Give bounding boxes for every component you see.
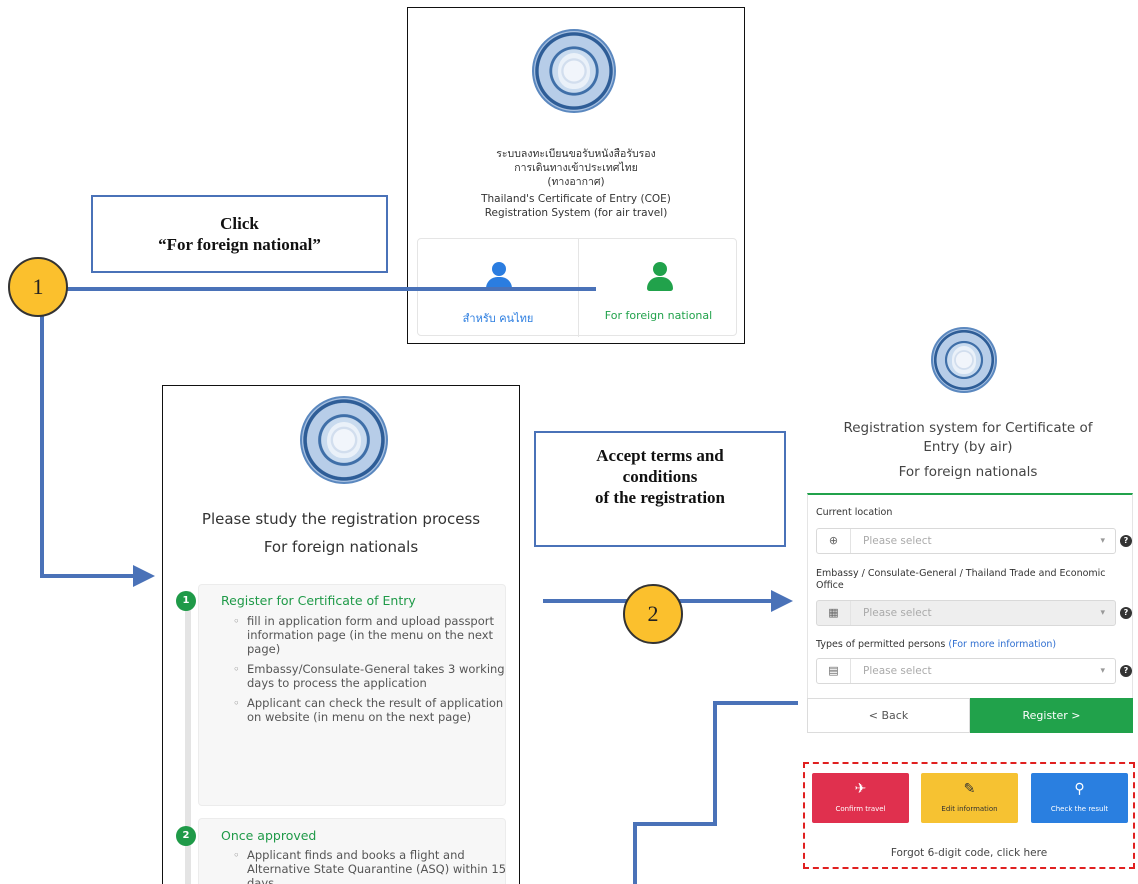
connector-line-3-bottom <box>633 822 717 826</box>
title-thai-line-1: ระบบลงทะเบียนขอรับหนังสือรับรอง <box>496 148 656 160</box>
thai-government-seal-icon <box>300 396 388 484</box>
field-label-embassy: Embassy / Consulate-General / Thailand T… <box>816 568 1106 591</box>
select-placeholder: Please select <box>863 535 932 547</box>
edit-information-label: Edit information <box>941 805 998 813</box>
user-edit-icon: ✎ <box>963 781 976 797</box>
instruction-callout-1: Click “For foreign national” <box>91 195 388 273</box>
connector-line-1 <box>40 287 596 291</box>
help-icon[interactable]: ? <box>1120 665 1132 677</box>
instruction-callout-2: Accept terms and conditions of the regis… <box>534 431 786 547</box>
search-icon: ⚲ <box>1074 781 1085 797</box>
connector-line-3-down <box>633 822 637 884</box>
foreign-national-label: For foreign national <box>604 309 713 322</box>
connector-line-3-vertical <box>713 701 717 826</box>
more-information-link[interactable]: (For more information) <box>948 639 1056 650</box>
chevron-down-icon: ▾ <box>1100 666 1105 676</box>
callout-1-line-2: “For foreign national” <box>158 235 321 254</box>
title-thai-line-2: การเดินทางเข้าประเทศไทย <box>514 162 638 174</box>
registration-title-line-2: Entry (by air) <box>923 439 1013 455</box>
permitted-persons-select[interactable]: ▤ Please select ▾ <box>816 658 1116 684</box>
process-heading-2: For foreign nationals <box>263 538 419 556</box>
list-item: Applicant finds and books a flight and A… <box>233 848 508 884</box>
title-english-line-2: Registration System (for air travel) <box>484 207 668 219</box>
registration-form: Current location ⊕ Please select ▾ ? Emb… <box>807 493 1133 733</box>
select-placeholder: Please select <box>863 665 932 677</box>
registration-subtitle: For foreign nationals <box>898 464 1038 480</box>
confirm-travel-button[interactable]: ✈ Confirm travel <box>812 773 909 823</box>
chevron-down-icon: ▾ <box>1100 536 1105 546</box>
callout-1-line-1: Click <box>220 214 259 233</box>
thai-government-seal-icon <box>931 327 997 393</box>
check-result-button[interactable]: ⚲ Check the result <box>1031 773 1128 823</box>
current-location-select[interactable]: ⊕ Please select ▾ <box>816 528 1116 554</box>
select-placeholder: Please select <box>863 607 932 619</box>
coe-landing-screenshot: ระบบลงทะเบียนขอรับหนังสือรับรอง การเดินท… <box>407 7 745 344</box>
building-icon: ▦ <box>817 601 851 625</box>
step-number-1: 1 <box>176 591 196 611</box>
arrow-right-icon <box>771 590 793 612</box>
person-card-icon: ▤ <box>817 659 851 683</box>
callout-2-line-1: Accept terms and <box>596 446 724 465</box>
chevron-down-icon: ▾ <box>1100 608 1105 618</box>
highlighted-actions-area: ✈ Confirm travel ✎ Edit information ⚲ Ch… <box>803 762 1135 869</box>
confirm-travel-label: Confirm travel <box>835 805 886 813</box>
step-title-1: Register for Certificate of Entry <box>221 593 416 608</box>
help-icon[interactable]: ? <box>1120 535 1132 547</box>
foreign-registration-screenshot: Registration system for Certificate of E… <box>798 322 1138 884</box>
callout-2-line-3: of the registration <box>595 488 725 507</box>
thai-national-label: สำหรับ คนไทย <box>462 312 534 325</box>
title-thai-line-3: (ทางอากาศ) <box>547 176 605 188</box>
thai-government-seal-icon <box>532 29 616 113</box>
register-button[interactable]: Register > <box>970 698 1133 733</box>
embassy-select[interactable]: ▦ Please select ▾ <box>816 600 1116 626</box>
step-marker-1: 1 <box>8 257 68 317</box>
arrow-right-icon <box>133 565 155 587</box>
list-item: Applicant can check the result of applic… <box>233 696 508 724</box>
field-label-permitted-persons: Types of permitted persons (For more inf… <box>816 639 1056 651</box>
check-result-label: Check the result <box>1050 805 1109 813</box>
list-item: fill in application form and upload pass… <box>233 614 508 656</box>
connector-line-1-vertical <box>40 287 44 578</box>
plane-icon: ✈ <box>854 781 867 797</box>
list-item: Embassy/Consulate-General takes 3 workin… <box>233 662 508 690</box>
connector-line-3 <box>713 701 810 705</box>
title-english-line-1: Thailand's Certificate of Entry (COE) <box>481 193 671 205</box>
step-title-2: Once approved <box>221 828 317 843</box>
registration-process-screenshot: Please study the registration process Fo… <box>162 385 520 884</box>
back-button[interactable]: < Back <box>807 698 970 733</box>
permitted-persons-label: Types of permitted persons <box>816 639 946 650</box>
connector-line-1-bottom <box>40 574 135 578</box>
globe-icon: ⊕ <box>817 529 851 553</box>
person-green-icon <box>647 262 673 292</box>
step-2-list: Applicant finds and books a flight and A… <box>233 848 508 884</box>
step-number-2: 2 <box>176 826 196 846</box>
step-1-list: fill in application form and upload pass… <box>233 614 508 730</box>
registration-title-line-1: Registration system for Certificate of <box>843 420 1093 436</box>
field-label-current-location: Current location <box>816 507 893 518</box>
step-marker-2: 2 <box>623 584 683 644</box>
foreign-national-button[interactable]: For foreign national <box>578 239 738 337</box>
help-icon[interactable]: ? <box>1120 607 1132 619</box>
forgot-code-link[interactable]: Forgot 6-digit code, click here <box>805 847 1133 859</box>
process-heading-1: Please study the registration process <box>201 510 481 528</box>
callout-2-line-2: conditions <box>622 467 698 486</box>
edit-information-button[interactable]: ✎ Edit information <box>921 773 1018 823</box>
